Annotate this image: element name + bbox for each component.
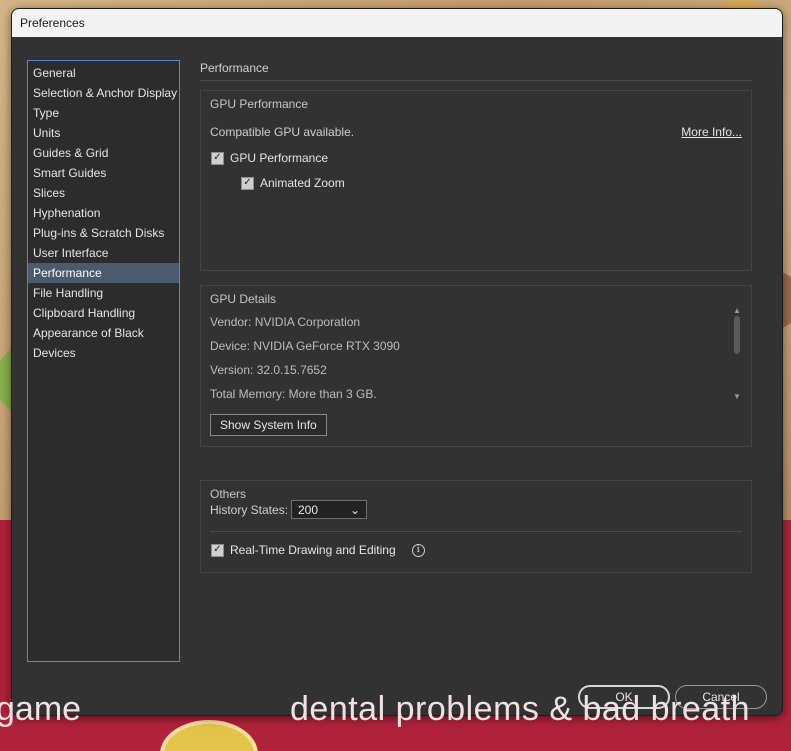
gpu-memory-text: Total Memory: More than 3 GB. xyxy=(210,387,377,401)
realtime-drawing-label: Real-Time Drawing and Editing xyxy=(230,543,396,557)
dialog-title: Preferences xyxy=(20,16,85,30)
wallpaper-text-right: dental problems & bad breath xyxy=(290,690,751,728)
check-icon[interactable]: ✓ xyxy=(211,543,224,557)
sidebar-item-smart-guides[interactable]: Smart Guides xyxy=(28,163,179,183)
sidebar-item-selection-anchor-display[interactable]: Selection & Anchor Display xyxy=(28,83,179,103)
sidebar-item-plugins-scratch-disks[interactable]: Plug-ins & Scratch Disks xyxy=(28,223,179,243)
gpu-status-text: Compatible GPU available. xyxy=(210,125,355,139)
sidebar-item-user-interface[interactable]: User Interface xyxy=(28,243,179,263)
history-states-value: 200 xyxy=(298,502,319,517)
scroll-down-icon[interactable]: ▼ xyxy=(732,392,742,402)
section-title: Performance xyxy=(200,61,752,81)
sidebar-item-general[interactable]: General xyxy=(28,63,179,83)
others-divider xyxy=(210,531,742,532)
animated-zoom-label: Animated Zoom xyxy=(260,176,345,190)
preferences-category-list[interactable]: General Selection & Anchor Display Type … xyxy=(27,60,180,662)
sidebar-item-devices[interactable]: Devices xyxy=(28,343,179,363)
sidebar-item-slices[interactable]: Slices xyxy=(28,183,179,203)
gpu-details-group: GPU Details Vendor: NVIDIA Corporation D… xyxy=(200,285,752,447)
history-states-select[interactable]: 200 ⌄ xyxy=(291,500,367,519)
sidebar-item-performance[interactable]: Performance xyxy=(28,263,179,283)
show-system-info-button[interactable]: Show System Info xyxy=(210,414,327,436)
sidebar-item-guides-grid[interactable]: Guides & Grid xyxy=(28,143,179,163)
wallpaper-text-left: game xyxy=(0,690,82,728)
scroll-up-icon[interactable]: ▲ xyxy=(732,306,742,316)
sidebar-item-appearance-of-black[interactable]: Appearance of Black xyxy=(28,323,179,343)
gpu-details-list: Vendor: NVIDIA Corporation Device: NVIDI… xyxy=(210,310,730,402)
gpu-performance-group: GPU Performance Compatible GPU available… xyxy=(200,90,752,271)
realtime-drawing-checkbox[interactable]: ✓ Real-Time Drawing and Editing i xyxy=(211,543,425,557)
info-icon[interactable]: i xyxy=(411,543,425,557)
others-title: Others xyxy=(210,487,247,501)
others-group: Others History States: 200 ⌄ ✓ Real-Time… xyxy=(200,480,752,573)
gpu-performance-title: GPU Performance xyxy=(210,97,309,111)
sidebar-item-units[interactable]: Units xyxy=(28,123,179,143)
check-icon[interactable]: ✓ xyxy=(241,176,254,190)
sidebar-item-hyphenation[interactable]: Hyphenation xyxy=(28,203,179,223)
sidebar-item-file-handling[interactable]: File Handling xyxy=(28,283,179,303)
more-info-link[interactable]: More Info... xyxy=(681,125,742,139)
history-states-label: History States: xyxy=(210,503,289,517)
gpu-device-text: Device: NVIDIA GeForce RTX 3090 xyxy=(210,339,400,353)
dialog-titlebar: Preferences xyxy=(12,9,782,37)
details-scrollbar[interactable]: ▲ ▼ xyxy=(732,306,742,402)
animated-zoom-checkbox[interactable]: ✓ Animated Zoom xyxy=(241,176,345,190)
sidebar-item-type[interactable]: Type xyxy=(28,103,179,123)
gpu-version-text: Version: 32.0.15.7652 xyxy=(210,363,327,377)
chevron-down-icon: ⌄ xyxy=(349,502,360,517)
gpu-details-title: GPU Details xyxy=(210,292,277,306)
performance-panel: Performance GPU Performance Compatible G… xyxy=(200,61,752,573)
check-icon[interactable]: ✓ xyxy=(211,151,224,165)
gpu-performance-checkbox[interactable]: ✓ GPU Performance xyxy=(211,151,328,165)
preferences-dialog: Preferences General Selection & Anchor D… xyxy=(11,8,783,716)
sidebar-item-clipboard-handling[interactable]: Clipboard Handling xyxy=(28,303,179,323)
gpu-vendor-text: Vendor: NVIDIA Corporation xyxy=(210,315,361,329)
scrollbar-thumb[interactable] xyxy=(734,316,740,354)
gpu-performance-label: GPU Performance xyxy=(230,151,329,165)
